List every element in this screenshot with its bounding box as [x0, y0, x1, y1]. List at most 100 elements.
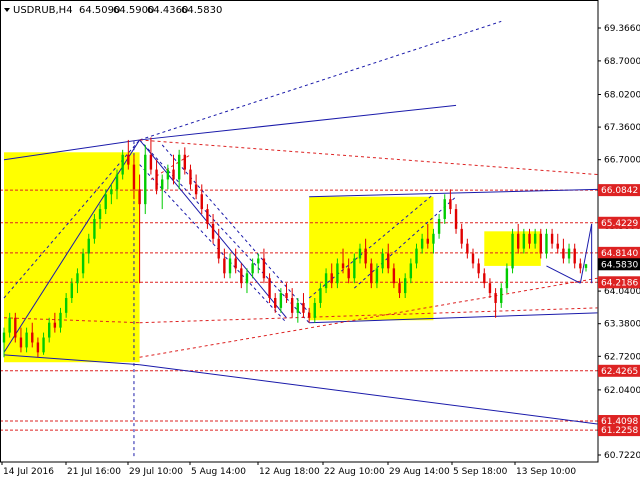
y-tick-label: 68.0200 — [604, 90, 640, 100]
bull-candle — [87, 238, 90, 254]
bear-candle — [36, 342, 40, 353]
bear-candle — [53, 322, 57, 328]
bear-candle — [149, 154, 153, 170]
bear-candle — [347, 268, 350, 279]
bear-candle — [449, 199, 452, 210]
bear-candle — [562, 248, 565, 259]
bull-candle — [110, 189, 113, 195]
bear-candle — [471, 253, 475, 264]
bear-candle — [183, 154, 187, 170]
bull-candle — [381, 253, 384, 269]
bull-candle — [115, 174, 119, 190]
bull-candle — [98, 209, 102, 219]
bear-candle — [579, 263, 582, 269]
zone-rect — [309, 196, 434, 321]
y-tick-label: 68.7000 — [604, 57, 640, 67]
bear-candle — [14, 317, 17, 338]
bear-candle — [240, 268, 243, 284]
x-tick-label: 5 Sep 18:00 — [453, 467, 508, 477]
bull-candle — [93, 218, 96, 239]
bear-candle — [307, 312, 311, 318]
x-tick-label: 13 Sep 10:00 — [516, 467, 576, 477]
bear-candle — [31, 332, 34, 343]
bull-candle — [48, 322, 51, 338]
bear-candle — [528, 233, 531, 244]
y-tick-label: 60.7220 — [604, 451, 640, 461]
x-tick-label: 14 Jul 2016 — [3, 467, 54, 477]
bear-candle — [138, 189, 141, 205]
bull-candle — [336, 263, 339, 284]
bull-candle — [358, 248, 362, 259]
x-tick-label: 12 Aug 18:00 — [259, 467, 320, 477]
bull-candle — [567, 248, 571, 259]
bull-candle — [121, 154, 124, 175]
bear-candle — [556, 243, 559, 249]
bull-candle — [144, 154, 147, 205]
bear-candle — [211, 223, 215, 239]
ohlc-close: 64.5830 — [181, 5, 222, 16]
bull-candle — [76, 273, 79, 284]
bull-candle — [59, 312, 62, 328]
bear-candle — [223, 258, 226, 274]
bull-candle — [166, 169, 170, 180]
bear-candle — [302, 302, 305, 313]
bull-candle — [313, 302, 316, 318]
bear-candle — [392, 268, 396, 284]
bull-candle — [511, 233, 514, 269]
bull-candle — [500, 288, 503, 303]
bull-candle — [251, 263, 254, 274]
zone-rect — [4, 152, 140, 363]
price-chart[interactable]: 69.366068.700068.020067.360066.700066.04… — [0, 0, 640, 480]
bear-candle — [217, 238, 220, 259]
bull-candle — [104, 194, 107, 210]
bull-candle — [25, 332, 28, 348]
bear-candle — [194, 184, 198, 195]
x-tick-label: 29 Aug 14:00 — [389, 467, 450, 477]
bull-candle — [522, 233, 526, 249]
bull-candle — [81, 253, 85, 274]
bear-candle — [285, 293, 288, 299]
bull-candle — [8, 317, 11, 333]
bear-candle — [460, 228, 463, 244]
bear-candle — [488, 283, 492, 294]
bear-candle — [387, 253, 390, 269]
bull-candle — [505, 268, 509, 289]
bear-candle — [200, 194, 203, 210]
bull-candle — [403, 278, 407, 294]
y-tick-label: 63.3800 — [604, 320, 640, 330]
bear-candle — [127, 154, 130, 165]
bull-candle — [228, 258, 232, 274]
price-tag-label: 64.8140 — [601, 249, 638, 259]
bear-candle — [290, 298, 294, 313]
bull-candle — [443, 199, 446, 219]
y-tick-label: 67.3600 — [604, 123, 640, 133]
bear-candle — [573, 248, 576, 264]
bull-candle — [64, 298, 68, 313]
bear-candle — [539, 233, 542, 254]
bull-candle — [161, 179, 164, 190]
bear-candle — [172, 169, 175, 180]
bear-candle — [206, 209, 209, 224]
bull-candle — [177, 154, 181, 180]
y-tick-label: 62.0400 — [604, 386, 640, 396]
bear-candle — [189, 169, 192, 185]
price-tag-label: 61.2258 — [601, 426, 638, 436]
y-tick-label: 62.7200 — [604, 352, 640, 362]
x-tick-label: 29 Jul 10:00 — [129, 467, 183, 477]
bull-candle — [70, 283, 74, 299]
bull-candle — [279, 293, 283, 308]
bull-candle — [409, 263, 413, 279]
bull-candle — [42, 337, 45, 353]
y-tick-label: 69.3660 — [604, 24, 640, 34]
symbol-timeframe: USDRUB,H4 — [13, 5, 73, 16]
price-tag-label: 65.4229 — [601, 219, 638, 229]
y-tick-label: 64.0400 — [604, 287, 640, 297]
bull-candle — [375, 268, 379, 284]
bear-candle — [370, 263, 373, 284]
chart-header: USDRUB,H4 64.5090 64.5900 64.4360 64.583… — [4, 5, 222, 16]
price-tag-label: 62.4265 — [601, 367, 638, 377]
bear-candle — [274, 298, 277, 308]
x-tick-label: 5 Aug 14:00 — [191, 467, 246, 477]
bear-candle — [132, 164, 136, 190]
bear-candle — [19, 337, 23, 348]
